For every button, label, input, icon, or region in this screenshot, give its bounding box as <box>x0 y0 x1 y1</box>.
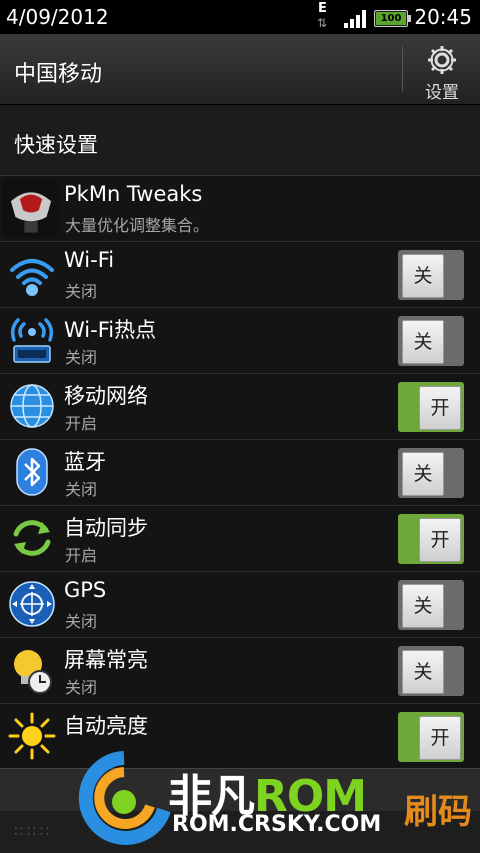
gps-toggle[interactable]: 关 <box>398 580 464 630</box>
list-item-wifi-hotspot[interactable]: Wi-Fi热点 关闭 关 <box>0 308 480 374</box>
toggle-knob: 关 <box>402 584 444 628</box>
quick-settings-section: 快速设置 <box>0 105 480 176</box>
item-status: 关闭 <box>65 282 98 301</box>
header-divider <box>402 46 403 92</box>
status-date: 4/09/2012 <box>6 5 109 29</box>
watermark-swirl-icon <box>78 751 171 845</box>
settings-label: 设置 <box>425 83 459 103</box>
watermark-right-text: 刷码 <box>404 792 472 832</box>
item-status: 关闭 <box>65 678 98 697</box>
status-bar: 4/09/2012 E ⇅ 100 20:45 <box>0 0 480 34</box>
signal-strength-icon <box>344 8 370 28</box>
toggle-knob: 关 <box>402 254 444 298</box>
list-item-wifi[interactable]: Wi-Fi 关闭 关 <box>0 242 480 308</box>
stay-awake-toggle[interactable]: 关 <box>398 646 464 696</box>
list-item-stay-awake[interactable]: 屏幕常亮 关闭 关 <box>0 638 480 704</box>
watermark-logo: 非凡ROM ROM.CRSKY.COM 刷码 <box>76 748 480 852</box>
item-name: 蓝牙 <box>64 450 106 474</box>
list-item-mobile-network[interactable]: 移动网络 开启 开 <box>0 374 480 440</box>
toggle-knob: 关 <box>402 320 444 364</box>
item-status: 关闭 <box>65 612 98 631</box>
wifi-toggle[interactable]: 关 <box>398 250 464 300</box>
sync-icon <box>13 520 51 556</box>
list-item-gps[interactable]: GPS 关闭 关 <box>0 572 480 638</box>
bulb-timer-icon <box>14 650 52 694</box>
section-title: 快速设置 <box>14 133 98 157</box>
bluetooth-toggle[interactable]: 关 <box>398 448 464 498</box>
list-item-auto-sync[interactable]: 自动同步 开启 开 <box>0 506 480 572</box>
list-item-pkmn-tweaks[interactable]: PkMn Tweaks 大量优化调整集合。 <box>0 176 480 242</box>
item-name: 自动亮度 <box>64 714 148 738</box>
drag-handle-icon[interactable]: ∷∷∷ <box>14 824 53 840</box>
item-name: Wi-Fi <box>64 248 115 272</box>
list-item-bluetooth[interactable]: 蓝牙 关闭 关 <box>0 440 480 506</box>
item-description: 大量优化调整集合。 <box>65 216 210 235</box>
item-status: 关闭 <box>65 348 98 367</box>
item-status: 关闭 <box>65 480 98 499</box>
battery-icon: 100 <box>374 10 411 27</box>
item-status: 开启 <box>65 414 98 433</box>
item-name: Wi-Fi热点 <box>64 318 157 342</box>
item-name: PkMn Tweaks <box>64 182 203 206</box>
toggle-knob: 开 <box>419 518 461 562</box>
gear-icon <box>428 46 456 74</box>
quick-settings-list: PkMn Tweaks 大量优化调整集合。 Wi-Fi 关闭 关 Wi-Fi热点… <box>0 176 480 770</box>
watermark-url: ROM.CRSKY.COM <box>172 812 382 837</box>
network-type-icon: E ⇅ <box>317 1 328 30</box>
mobile-network-toggle[interactable]: 开 <box>398 382 464 432</box>
wifi-icon <box>10 259 54 296</box>
item-name: 屏幕常亮 <box>64 648 148 672</box>
carrier-name: 中国移动 <box>14 62 103 87</box>
item-status: 开启 <box>65 546 98 565</box>
pkmn-tweaks-icon <box>2 179 60 237</box>
item-name: 移动网络 <box>64 384 148 408</box>
toggle-knob: 开 <box>419 386 461 430</box>
toggle-knob: 关 <box>402 452 444 496</box>
status-time: 20:45 <box>414 5 472 29</box>
auto-sync-toggle[interactable]: 开 <box>398 514 464 564</box>
wifi-hotspot-icon <box>10 318 54 363</box>
bluetooth-icon <box>16 448 48 496</box>
toggle-knob: 关 <box>402 650 444 694</box>
wifi-hotspot-toggle[interactable]: 关 <box>398 316 464 366</box>
gps-icon <box>9 581 55 627</box>
notification-header: 中国移动 设置 <box>0 34 480 105</box>
sun-icon <box>8 712 56 760</box>
globe-icon <box>10 384 54 428</box>
settings-button[interactable]: 设置 <box>404 34 480 104</box>
item-name: 自动同步 <box>64 516 148 540</box>
item-name: GPS <box>64 578 107 602</box>
